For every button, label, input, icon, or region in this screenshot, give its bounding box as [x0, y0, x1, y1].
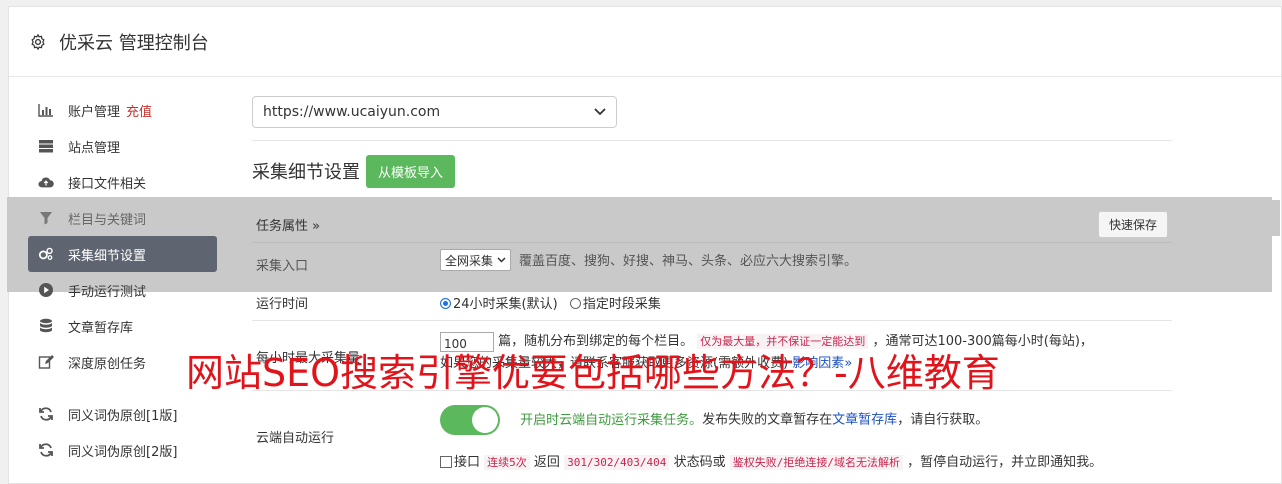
sidebar-item-article-store[interactable]: 文章暂存库 — [8, 308, 228, 344]
sidebar-item-synonym-v1[interactable]: 同义词伪原创[1版] — [8, 396, 228, 432]
sidebar-item-label: 站点管理 — [68, 140, 121, 156]
sidebar-item-label: 深度原创任务 — [68, 356, 147, 372]
section-title: 采集细节设置 — [252, 162, 360, 183]
sidebar-item-label: 同义词伪原创[1版] — [68, 408, 178, 424]
task-attr-row: 任务属性 » 快速保存 — [252, 205, 1172, 243]
page-title: 优采云 管理控制台 — [59, 32, 209, 54]
sidebar-item-collect-details[interactable]: 采集细节设置 — [28, 236, 217, 272]
task-attr-toggle[interactable]: 任务属性 » — [256, 215, 320, 234]
sidebar-item-label: 手动运行测试 — [68, 284, 147, 300]
runtime-option-24h[interactable]: 24小时采集(默认) — [440, 297, 558, 312]
entry-label: 采集入口 — [256, 259, 309, 274]
bar-chart-icon — [38, 102, 54, 118]
quick-save-button[interactable]: 快速保存 — [1097, 211, 1168, 238]
sidebar-item-manual-test[interactable]: 手动运行测试 — [8, 272, 228, 308]
runtime-label: 运行时间 — [256, 297, 309, 312]
cloud-label: 云端自动运行 — [256, 431, 335, 446]
overlay-watermark-text: 网站SEO搜索引擎优要包括哪些方法？-八维教育 — [186, 351, 1000, 395]
sidebar-item-synonym-v2[interactable]: 同义词伪原创[2版] — [8, 432, 228, 468]
cloud-upload-icon — [38, 174, 54, 190]
cogs-icon — [38, 246, 54, 262]
filter-icon — [38, 210, 54, 226]
refresh-icon — [38, 406, 54, 422]
import-template-button[interactable]: 从模板导入 — [366, 154, 456, 188]
sidebar-item-label: 采集细节设置 — [68, 248, 147, 264]
sidebar-item-account[interactable]: 账户管理 充值 — [8, 92, 228, 128]
runtime-row: 运行时间 24小时采集(默认) 指定时段采集 — [252, 283, 1172, 321]
cloud-green-text: 开启时云端自动运行采集任务。 — [520, 412, 703, 428]
database-icon — [38, 318, 54, 334]
site-select-value: https://www.ucaiyun.com — [263, 104, 441, 120]
site-select[interactable]: https://www.ucaiyun.com — [252, 96, 617, 128]
entry-row: 采集入口 全网采集 覆盖百度、搜狗、好搜、神马、头条、必应六大搜索引擎。 — [252, 243, 1172, 281]
interface-checkbox[interactable] — [440, 456, 452, 468]
sidebar-item-label: 文章暂存库 — [68, 320, 134, 336]
page-header: 优采云 管理控制台 — [9, 7, 1281, 77]
sidebar-item-label: 接口文件相关 — [68, 176, 147, 192]
runtime-option-timed[interactable]: 指定时段采集 — [569, 297, 661, 312]
gear-icon — [29, 33, 47, 51]
edit-icon — [38, 354, 54, 370]
sidebar-item-interface-files[interactable]: 接口文件相关 — [8, 164, 228, 200]
entry-select[interactable]: 全网采集 — [440, 249, 511, 271]
chevrons-down-icon: » — [312, 219, 321, 234]
sidebar-item-label: 栏目与关键词 — [68, 212, 147, 228]
content-area: https://www.ucaiyun.com 采集细节设置 从模板导入 — [252, 96, 1172, 188]
entry-desc: 覆盖百度、搜狗、好搜、神马、头条、必应六大搜索引擎。 — [518, 253, 857, 269]
server-icon — [38, 138, 54, 154]
chevron-down-icon — [594, 104, 606, 120]
play-circle-icon — [38, 282, 54, 298]
sidebar-item-sites[interactable]: 站点管理 — [8, 128, 228, 164]
sidebar-item-label: 账户管理 — [68, 104, 121, 120]
sidebar-item-label: 同义词伪原创[2版] — [68, 444, 178, 460]
sidebar: 账户管理 充值 站点管理 接口文件相关 栏目与关键词 采集细节设置 手动运行测试… — [8, 92, 1280, 468]
cloud-row: 云端自动运行 开启时云端自动运行采集任务。发布失败的文章暂存在文章暂存库，请自行… — [252, 391, 1172, 481]
recharge-link[interactable]: 充值 — [126, 101, 152, 120]
cloud-auto-toggle[interactable] — [440, 405, 500, 435]
refresh-icon — [38, 442, 54, 458]
article-store-link[interactable]: 文章暂存库 — [832, 413, 897, 428]
